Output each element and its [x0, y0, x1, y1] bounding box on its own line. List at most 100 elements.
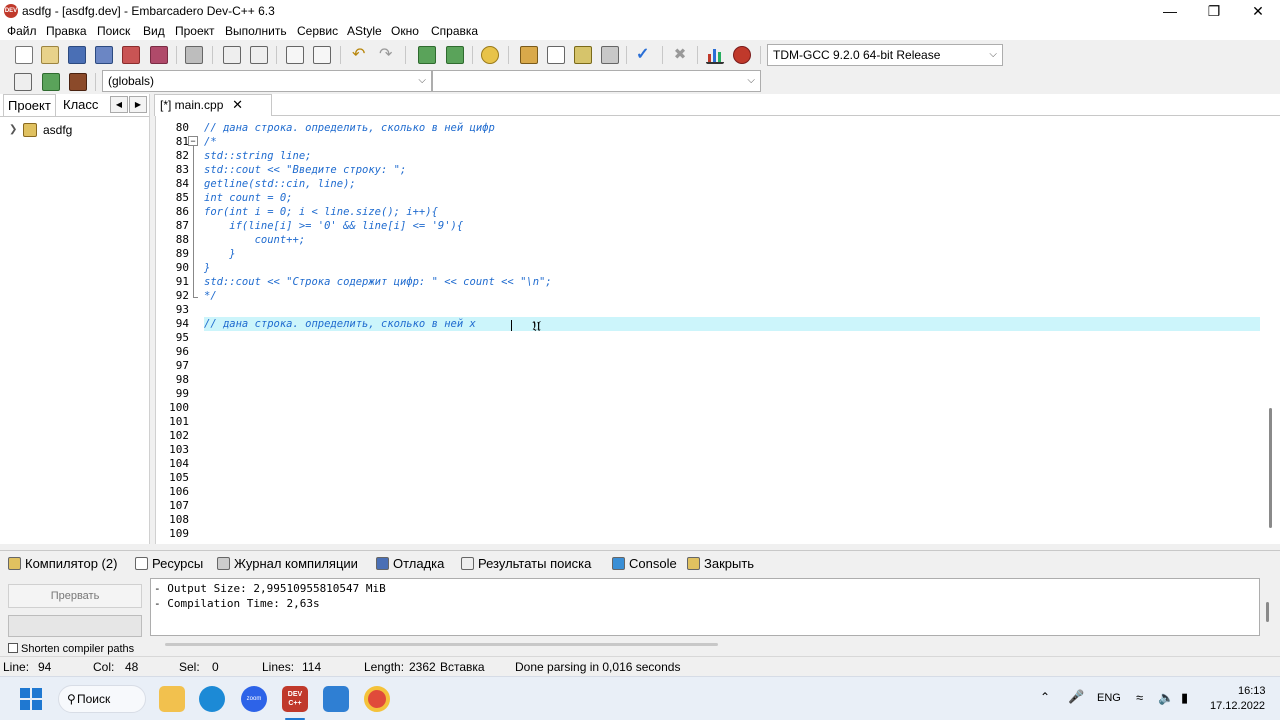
stop-icon[interactable]: ✖: [671, 46, 689, 64]
undo-icon[interactable]: ↶: [352, 46, 370, 64]
code-line[interactable]: [204, 387, 1260, 401]
fold-collapse-icon[interactable]: −: [188, 136, 198, 146]
toggle-bookmark-icon[interactable]: [42, 73, 60, 91]
code-area[interactable]: // дана строка. определить, сколько в не…: [204, 121, 1260, 541]
windows-start-icon[interactable]: [20, 688, 42, 710]
tree-item-project[interactable]: asdfg: [43, 123, 72, 137]
tab-main-cpp[interactable]: [*] main.cpp ✕: [154, 94, 272, 116]
code-line[interactable]: // дана строка. определить, сколько в не…: [204, 121, 1260, 135]
code-line[interactable]: [204, 499, 1260, 513]
open-file-icon[interactable]: [41, 46, 59, 64]
code-line[interactable]: [204, 303, 1260, 317]
member-select[interactable]: ⌵: [432, 70, 761, 92]
code-line[interactable]: }: [204, 247, 1260, 261]
tray-chevron-up-icon[interactable]: ⌃: [1040, 690, 1050, 704]
minimize-icon[interactable]: —: [1148, 0, 1192, 22]
close-file-icon[interactable]: [122, 46, 140, 64]
restore-icon[interactable]: ❐: [1192, 0, 1236, 22]
code-line[interactable]: std::cout << "Введите строку: ";: [204, 163, 1260, 177]
code-line[interactable]: [204, 527, 1260, 541]
volume-icon[interactable]: 🔈: [1158, 690, 1174, 706]
expand-chevron-icon[interactable]: ❯: [9, 124, 17, 135]
redo-icon[interactable]: ↷: [379, 46, 397, 64]
vertical-scrollbar[interactable]: [1266, 116, 1278, 546]
menu-astyle[interactable]: AStyle: [347, 24, 382, 38]
tab-project[interactable]: Проект: [3, 94, 56, 116]
profile-chart-icon[interactable]: [706, 46, 724, 64]
taskbar-search[interactable]: ⚲ Поиск: [58, 685, 146, 713]
code-line[interactable]: [204, 485, 1260, 499]
clock-time[interactable]: 16:13: [1238, 685, 1266, 697]
compile-log-output[interactable]: - Output Size: 2,99510955810547 MiB - Co…: [150, 578, 1260, 636]
menu-search[interactable]: Поиск: [97, 24, 130, 38]
code-line[interactable]: [204, 443, 1260, 457]
back-icon[interactable]: [446, 46, 464, 64]
code-line[interactable]: [204, 513, 1260, 527]
code-line[interactable]: count++;: [204, 233, 1260, 247]
code-line[interactable]: int count = 0;: [204, 191, 1260, 205]
tab-classes[interactable]: Класс: [59, 94, 102, 116]
tab-resources[interactable]: Ресурсы: [135, 556, 203, 571]
menu-project[interactable]: Проект: [175, 24, 215, 38]
tab-search-results[interactable]: Результаты поиска: [461, 556, 591, 571]
tab-scroll-right-icon[interactable]: ▶: [129, 96, 147, 113]
code-line[interactable]: [204, 373, 1260, 387]
chrome-browser-icon[interactable]: [364, 686, 390, 712]
log-scrollbar-thumb[interactable]: [1266, 602, 1269, 622]
code-line[interactable]: [204, 331, 1260, 345]
code-line[interactable]: [204, 457, 1260, 471]
compiler-select[interactable]: TDM-GCC 9.2.0 64-bit Release ⌵: [767, 44, 1003, 66]
close-all-icon[interactable]: [150, 46, 168, 64]
run-icon[interactable]: [547, 46, 565, 64]
new-file-icon[interactable]: [15, 46, 33, 64]
code-line[interactable]: [204, 345, 1260, 359]
edge-browser-icon[interactable]: [199, 686, 225, 712]
code-line[interactable]: std::cout << "Строка содержит цифр: " <<…: [204, 275, 1260, 289]
abort-button[interactable]: Прервать: [8, 584, 142, 608]
goto-icon[interactable]: [418, 46, 436, 64]
menu-help[interactable]: Справка: [431, 24, 478, 38]
language-indicator[interactable]: ENG: [1097, 692, 1121, 704]
goto-bookmark-icon[interactable]: [69, 73, 87, 91]
wifi-icon[interactable]: ≈: [1136, 690, 1143, 705]
tab-compile-log[interactable]: Журнал компиляции: [217, 556, 358, 571]
code-line[interactable]: [204, 471, 1260, 485]
microphone-icon[interactable]: 🎤: [1068, 689, 1084, 705]
indent-icon[interactable]: [286, 46, 304, 64]
save-icon[interactable]: [68, 46, 86, 64]
scope-select[interactable]: (globals) ⌵: [102, 70, 432, 92]
code-line[interactable]: for(int i = 0; i < line.size(); i++){: [204, 205, 1260, 219]
debug-badge-icon[interactable]: [481, 46, 499, 64]
delete-profile-icon[interactable]: [733, 46, 751, 64]
check-syntax-icon[interactable]: ✓: [636, 46, 654, 64]
menu-file[interactable]: Файл: [7, 24, 37, 38]
code-line[interactable]: [204, 401, 1260, 415]
notepad-app-icon[interactable]: [323, 686, 349, 712]
find-icon[interactable]: [223, 46, 241, 64]
insert-icon[interactable]: [14, 73, 32, 91]
file-explorer-icon[interactable]: [159, 686, 185, 712]
log-hscrollbar-thumb[interactable]: [165, 643, 718, 646]
compile-icon[interactable]: [520, 46, 538, 64]
code-line[interactable]: [204, 359, 1260, 373]
rebuild-icon[interactable]: [601, 46, 619, 64]
code-line[interactable]: /*: [204, 135, 1260, 149]
menu-edit[interactable]: Правка: [46, 24, 87, 38]
battery-icon[interactable]: ▮: [1181, 690, 1188, 706]
code-line[interactable]: if(line[i] >= '0' && line[i] <= '9'){: [204, 219, 1260, 233]
code-line[interactable]: [204, 429, 1260, 443]
save-all-icon[interactable]: [95, 46, 113, 64]
code-line[interactable]: [204, 415, 1260, 429]
compile-run-icon[interactable]: [574, 46, 592, 64]
menu-view[interactable]: Вид: [143, 24, 165, 38]
menu-tools[interactable]: Сервис: [297, 24, 338, 38]
scrollbar-thumb[interactable]: [1269, 408, 1272, 528]
close-icon[interactable]: ✕: [1236, 0, 1280, 22]
code-line-active[interactable]: // дана строка. определить, сколько в не…: [204, 317, 1260, 331]
close-tab-icon[interactable]: ✕: [232, 95, 243, 115]
print-icon[interactable]: [185, 46, 203, 64]
code-line[interactable]: }: [204, 261, 1260, 275]
tab-scroll-left-icon[interactable]: ◀: [110, 96, 128, 113]
tab-compiler[interactable]: Компилятор (2): [8, 556, 117, 571]
clock-date[interactable]: 17.12.2022: [1210, 700, 1265, 712]
